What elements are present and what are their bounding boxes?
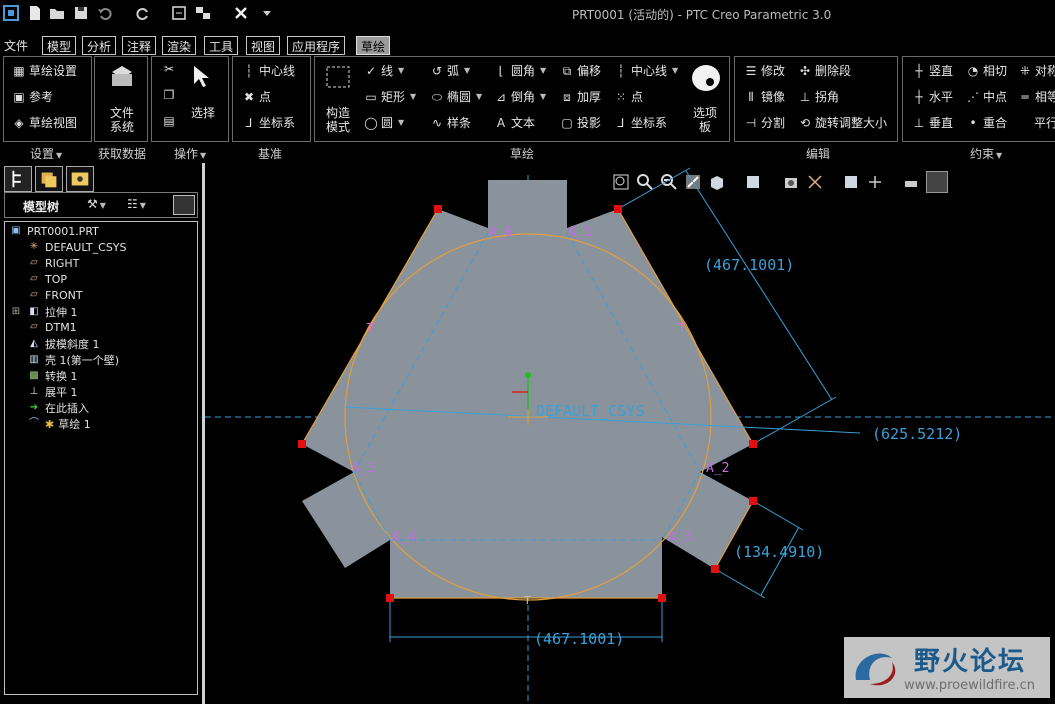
vertex-label: A_3 (668, 530, 691, 545)
vertex-marker[interactable] (749, 497, 757, 505)
dimension-diagonal[interactable]: (625.5212) (872, 425, 962, 443)
vertex-label: A_4 (392, 530, 416, 545)
vertex-label: A_2 (706, 461, 729, 476)
dimension-extension-line (752, 396, 837, 445)
dimension-top-right[interactable]: (467.1001) (704, 256, 794, 274)
vertex-marker[interactable] (434, 205, 442, 213)
dimension-small[interactable]: (134.4910) (734, 543, 824, 561)
vertex-marker[interactable] (658, 594, 666, 602)
csys-label: DEFAULT_CSYS (536, 402, 644, 420)
dimension-bottom[interactable]: (467.1001) (534, 630, 624, 648)
watermark-title: 野火论坛 (914, 647, 1027, 677)
vertex-marker[interactable] (749, 440, 757, 448)
vertex-marker[interactable] (298, 440, 306, 448)
vertex-marker[interactable] (386, 594, 394, 602)
tangent-marker: T (523, 594, 531, 607)
vertex-label: A_5 (352, 461, 375, 476)
vertex-label: A_6 (489, 225, 512, 240)
vertex-label: A_1 (568, 225, 591, 240)
dimension-extension-line (617, 167, 691, 210)
dimension-extension-line (752, 500, 804, 531)
csys-y-marker (525, 372, 531, 378)
tangent-marker: T (677, 321, 686, 335)
watermark-url: www.proewildfire.cn (904, 678, 1035, 693)
vertex-marker[interactable] (711, 565, 719, 573)
sketch-canvas[interactable]: DEFAULT_CSYS T T T A_1 A_2 A_3 A_4 A_5 A… (0, 0, 1055, 704)
dimension-line (760, 526, 800, 596)
watermark-logo-icon (855, 653, 896, 686)
vertex-marker[interactable] (614, 205, 622, 213)
dimension-extension-line (714, 568, 766, 599)
tangent-marker: T (366, 321, 375, 335)
